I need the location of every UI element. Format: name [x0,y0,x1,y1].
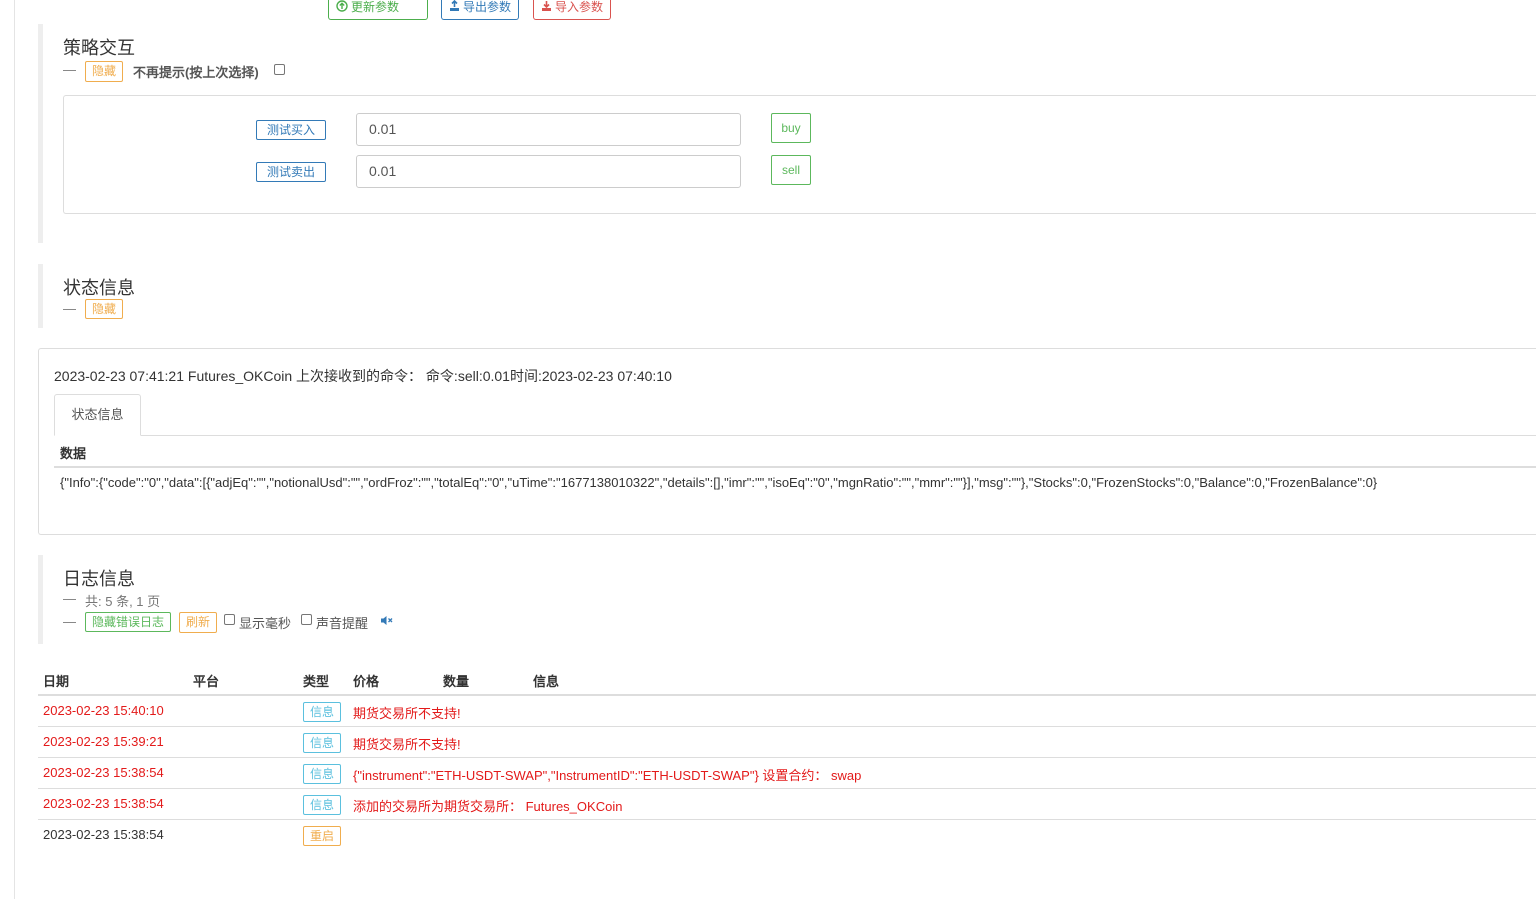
strategy-hide-button[interactable]: 隐藏 [85,61,124,82]
speaker-mute-icon[interactable] [380,615,394,626]
export-icon [450,0,459,11]
type-badge: 信息 [303,702,342,722]
table-row-message: 期货交易所不支持! [353,706,461,721]
type-badge: 信息 [303,795,342,815]
col-date: 日期 [43,674,70,689]
type-badge: 信息 [303,764,342,784]
log-dash-2: — [63,614,76,629]
col-platform: 平台 [193,674,220,689]
no-prompt-checkbox[interactable] [274,64,285,75]
show-ms-checkbox[interactable] [224,614,235,625]
export-params-button[interactable]: 导出参数 [441,0,519,20]
sell-button[interactable]: sell [771,155,811,185]
table-row-message: 期货交易所不支持! [353,737,461,752]
row-divider [38,726,1536,727]
row-divider [38,757,1536,758]
import-icon [542,1,551,11]
strategy-title: 策略交互 [63,38,135,58]
strategy-dash: — [63,62,76,77]
status-summary: 2023-02-23 07:41:21 Futures_OKCoin 上次接收到… [54,368,672,384]
data-column-header: 数据 [60,446,87,461]
table-row-date: 2023-02-23 15:38:54 [43,827,164,842]
log-dash-1: — [63,591,76,606]
page-left-border [14,0,15,899]
row-divider [38,788,1536,789]
type-badge-restart: 重启 [303,826,342,846]
log-section-bar [38,555,43,644]
import-params-label: 导入参数 [555,0,604,14]
test-buy-input[interactable]: 0.01 [356,113,741,146]
sound-alert-checkbox[interactable] [301,614,312,625]
update-params-label: 更新参数 [351,0,400,14]
refresh-button[interactable]: 刷新 [179,612,218,633]
status-data-value: {"Info":{"code":"0","data":[{"adjEq":"",… [60,475,1378,490]
test-buy-label-button[interactable]: 测试买入 [256,120,326,140]
update-params-button[interactable]: 更新参数 [328,0,428,20]
test-sell-label-button[interactable]: 测试卖出 [256,162,326,182]
hide-error-log-button[interactable]: 隐藏错误日志 [85,612,172,632]
status-section-bar [38,264,43,328]
col-amount: 数量 [443,674,470,689]
table-row-date: 2023-02-23 15:38:54 [43,796,164,811]
tab-status-info[interactable]: 状态信息 [54,394,141,436]
table-header-divider [38,694,1536,696]
table-row-date: 2023-02-23 15:40:10 [43,703,164,718]
col-price: 价格 [353,674,380,689]
col-type: 类型 [303,674,330,689]
buy-button[interactable]: buy [771,113,811,143]
data-header-divider [54,466,1536,468]
import-params-button[interactable]: 导入参数 [533,0,611,20]
table-row-message: 添加的交易所为期货交易所： Futures_OKCoin [353,799,623,814]
no-prompt-label: 不再提示(按上次选择) [133,65,259,80]
show-ms-label: 显示毫秒 [239,616,292,631]
table-row-date: 2023-02-23 15:38:54 [43,765,164,780]
status-dash: — [63,301,76,316]
export-params-label: 导出参数 [463,0,512,14]
table-row-message: {"instrument":"ETH-USDT-SWAP","Instrumen… [353,768,862,783]
log-count: 共: 5 条, 1 页 [85,594,161,609]
status-title: 状态信息 [63,278,135,298]
row-divider [38,819,1536,820]
sound-alert-label: 声音提醒 [316,616,369,631]
tab-underline [54,435,1536,436]
status-hide-button[interactable]: 隐藏 [85,299,124,319]
upload-circle-icon [336,0,348,12]
col-info: 信息 [533,674,560,689]
test-sell-input[interactable]: 0.01 [356,155,741,188]
type-badge: 信息 [303,733,342,753]
log-title: 日志信息 [63,569,135,589]
strategy-section-bar [38,24,43,243]
table-row-date: 2023-02-23 15:39:21 [43,734,164,749]
